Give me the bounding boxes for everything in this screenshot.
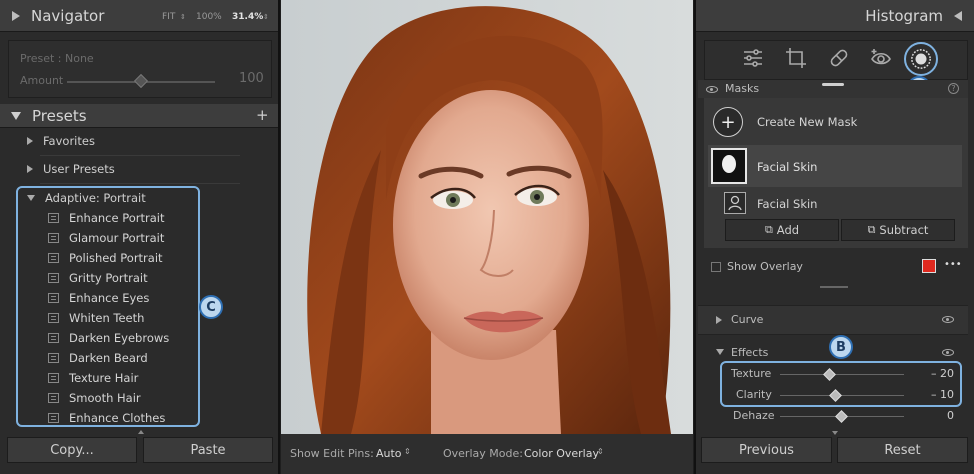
zoom-custom-option[interactable]: 31.4% (232, 12, 263, 22)
right-panel: Histogram A Masks ? + Create New Mask Fa… (694, 0, 974, 474)
zoom-custom-stepper-icon[interactable]: ⇕ (263, 13, 269, 21)
subtract-label: Subtract (879, 223, 929, 237)
curve-visibility-eye-icon[interactable] (942, 316, 954, 323)
highlight-box-c (16, 186, 200, 427)
create-mask-plus-icon[interactable]: + (713, 107, 743, 137)
divider (40, 155, 240, 156)
collapsed-triangle-icon (27, 137, 33, 145)
previous-button[interactable]: Previous (701, 437, 832, 463)
show-overlay-checkbox[interactable] (711, 262, 721, 272)
effects-expanded-triangle-icon[interactable] (716, 349, 724, 355)
amount-label: Amount (20, 74, 64, 87)
callout-b: B (829, 335, 853, 359)
quick-preset-box: Preset : None Amount 100 (8, 40, 272, 98)
amount-slider-thumb[interactable] (133, 73, 149, 89)
dehaze-value[interactable]: 0 (914, 409, 954, 422)
subtract-mask-button[interactable]: ⧉ Subtract (841, 219, 955, 241)
preset-group-label: User Presets (43, 162, 115, 176)
portrait-image (281, 0, 693, 434)
collapse-triangle-icon[interactable] (12, 10, 20, 21)
edit-pins-select[interactable]: Auto (376, 447, 402, 460)
collapsed-triangle-icon (27, 165, 33, 173)
navigator-title: Navigator (31, 6, 105, 25)
add-label: Add (776, 223, 800, 237)
subtract-mask-icon: ⧉ (867, 223, 876, 236)
overlay-mode-label: Overlay Mode: (443, 447, 523, 460)
paste-button[interactable]: Paste (143, 437, 273, 463)
mask-visibility-eye-icon[interactable] (706, 86, 718, 93)
add-mask-icon: ⧉ (764, 223, 773, 236)
overlay-mode-select[interactable]: Color Overlay (524, 447, 599, 460)
copy-button[interactable]: Copy... (7, 437, 137, 463)
component-thumbnail[interactable] (724, 192, 746, 214)
panel-resize-arrow-icon[interactable] (138, 430, 144, 434)
mask-thumbnail[interactable] (711, 148, 747, 184)
amount-value: 100 (239, 71, 264, 86)
edit-pins-label: Show Edit Pins: (290, 447, 374, 460)
left-panel: Navigator FIT ⇕ 100% 31.4% ⇕ Preset : No… (0, 0, 280, 474)
preset-group-user-presets[interactable]: User Presets (27, 162, 115, 176)
mask-name[interactable]: Facial Skin (757, 160, 817, 174)
add-preset-icon[interactable]: + (256, 106, 269, 124)
overlay-color-swatch[interactable] (922, 259, 936, 273)
effects-visibility-eye-icon[interactable] (942, 349, 954, 356)
zoom-stepper-icon[interactable]: ⇕ (180, 13, 186, 21)
expand-triangle-icon[interactable] (11, 111, 21, 120)
effects-title: Effects (731, 346, 769, 359)
dehaze-slider-thumb[interactable] (835, 410, 848, 423)
histogram-header[interactable]: Histogram (696, 0, 974, 32)
zoom-100-option[interactable]: 100% (196, 12, 222, 22)
component-name[interactable]: Facial Skin (757, 197, 817, 211)
more-options-icon[interactable]: ••• (944, 259, 962, 270)
add-mask-button[interactable]: ⧉ Add (725, 219, 839, 241)
dehaze-label: Dehaze (733, 409, 775, 422)
masks-resize-handle[interactable] (820, 286, 848, 288)
preset-group-favorites[interactable]: Favorites (27, 134, 95, 148)
curve-collapsed-triangle-icon[interactable] (716, 316, 722, 324)
preset-group-label: Favorites (43, 134, 95, 148)
image-view[interactable]: Show Edit Pins: Auto ⇕ Overlay Mode: Col… (281, 0, 693, 474)
panel-resize-arrow-icon[interactable] (832, 431, 838, 435)
collapse-triangle-icon[interactable] (954, 10, 962, 21)
presets-header[interactable]: Presets + (0, 104, 278, 128)
person-select-icon (728, 195, 742, 211)
create-new-mask-button[interactable]: Create New Mask (757, 115, 857, 129)
masks-title: Masks (725, 82, 760, 95)
histogram-title: Histogram (865, 6, 943, 25)
navigator-header[interactable]: Navigator FIT ⇕ 100% 31.4% ⇕ (0, 0, 278, 32)
masking-tool-button[interactable] (904, 42, 938, 76)
presets-title: Presets (32, 106, 87, 125)
red-eye-icon[interactable] (869, 46, 893, 70)
overlay-mode-stepper-icon[interactable]: ⇕ (597, 447, 604, 456)
masks-drag-handle[interactable] (822, 83, 844, 86)
highlight-box-b (720, 361, 962, 407)
healing-bandage-icon[interactable] (827, 46, 851, 70)
image-toolbar: Show Edit Pins: Auto ⇕ Overlay Mode: Col… (281, 434, 693, 474)
divider (40, 183, 240, 184)
crop-icon[interactable] (784, 46, 808, 70)
show-overlay-label: Show Overlay (727, 260, 803, 273)
zoom-fit-option[interactable]: FIT (162, 12, 175, 22)
portrait-photo[interactable] (281, 0, 693, 434)
curve-title: Curve (731, 313, 764, 326)
masking-icon (911, 49, 931, 69)
reset-button[interactable]: Reset (837, 437, 968, 463)
help-icon[interactable]: ? (948, 83, 959, 94)
face-mask-thumbnail-icon (722, 155, 736, 173)
callout-c: C (199, 295, 223, 319)
edit-pins-stepper-icon[interactable]: ⇕ (404, 447, 411, 456)
preset-label: Preset : None (20, 52, 94, 65)
edit-sliders-icon[interactable] (741, 46, 765, 70)
